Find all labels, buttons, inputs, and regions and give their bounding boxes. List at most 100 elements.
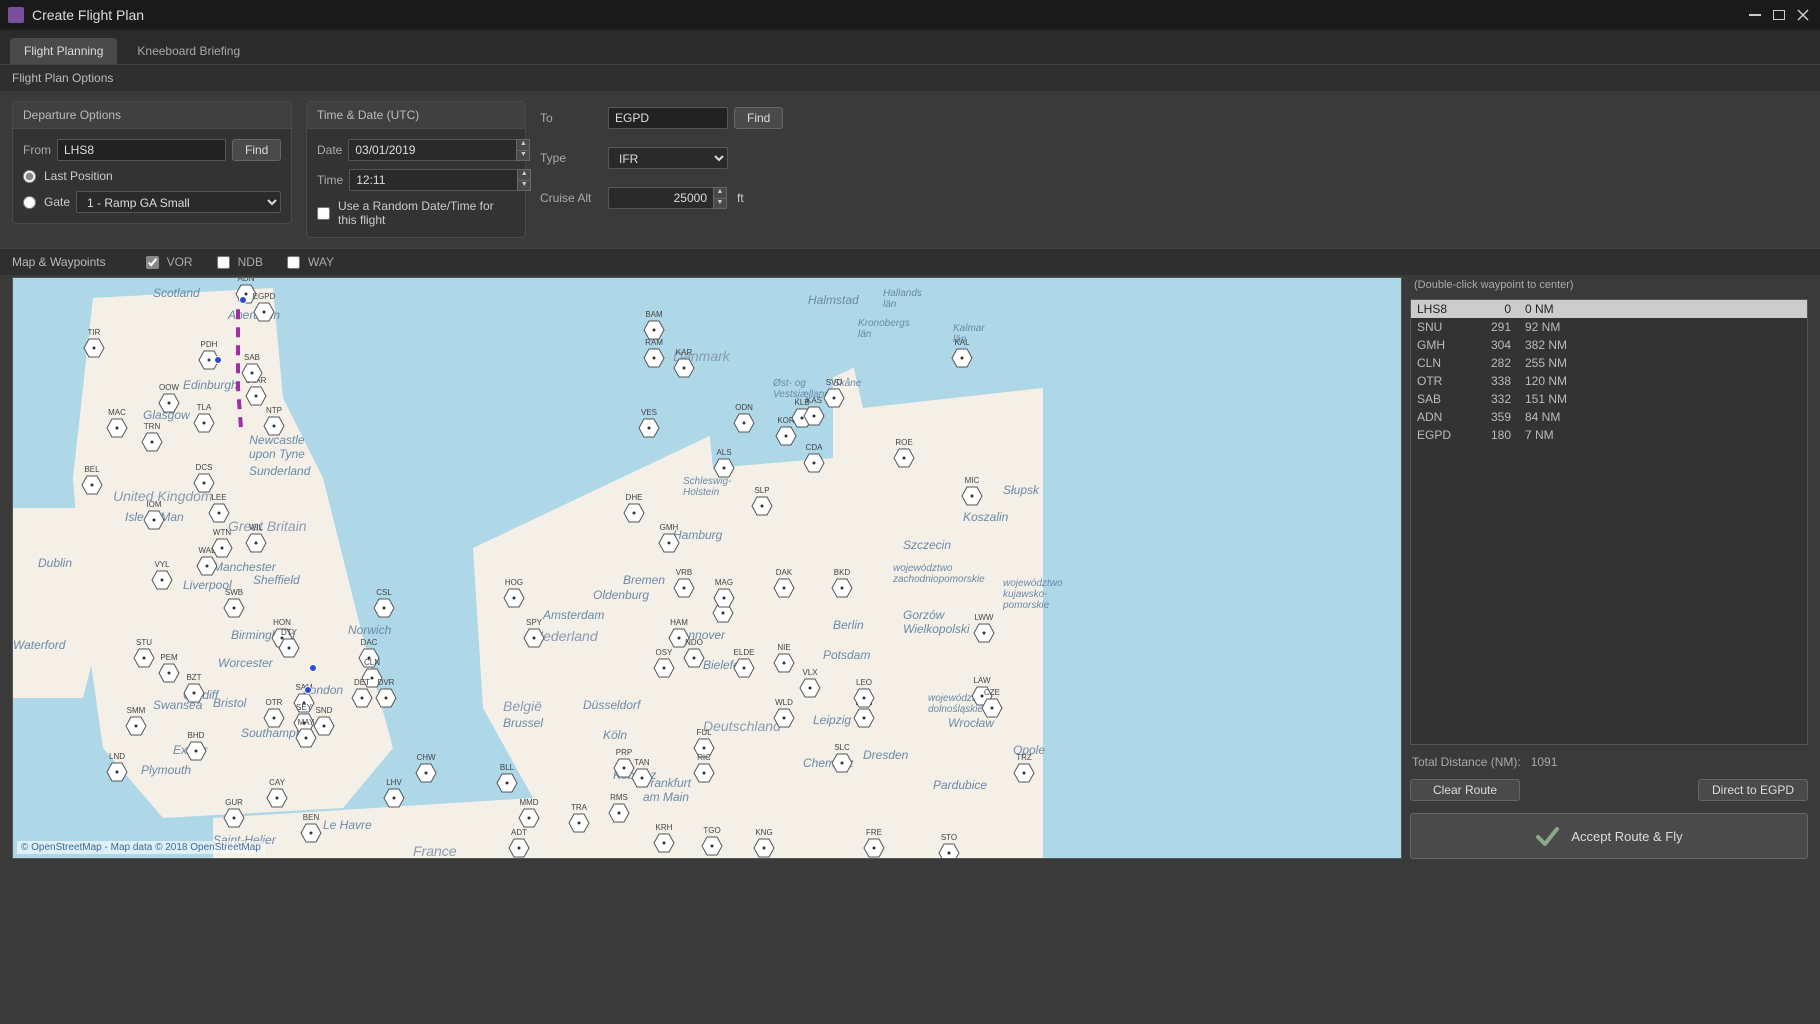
- vor-hexagon-icon[interactable]: MMD: [518, 808, 540, 828]
- accept-route-button[interactable]: Accept Route & Fly: [1410, 813, 1808, 859]
- vor-hexagon-icon[interactable]: WLD: [773, 708, 795, 728]
- vor-hexagon-icon[interactable]: KAR: [673, 358, 695, 378]
- vor-hexagon-icon[interactable]: BEL: [81, 475, 103, 495]
- vor-hexagon-icon[interactable]: DAK: [773, 578, 795, 598]
- vor-hexagon-icon[interactable]: MAC: [106, 418, 128, 438]
- vor-hexagon-icon[interactable]: VLX: [799, 678, 821, 698]
- last-position-radio[interactable]: Last Position: [23, 169, 113, 183]
- cruise-alt-input[interactable]: [608, 187, 714, 209]
- waypoint-dot[interactable]: [214, 356, 222, 364]
- vor-hexagon-icon[interactable]: OOW: [158, 393, 180, 413]
- from-find-button[interactable]: Find: [232, 139, 281, 161]
- waypoint-row[interactable]: EGPD1807 NM: [1411, 426, 1807, 444]
- vor-hexagon-icon[interactable]: ODN: [733, 413, 755, 433]
- date-down[interactable]: ▼: [516, 150, 530, 161]
- vor-hexagon-icon[interactable]: OSY: [653, 658, 675, 678]
- vor-hexagon-icon[interactable]: HOG: [503, 588, 525, 608]
- vor-hexagon-icon[interactable]: BAM: [643, 320, 665, 340]
- vor-hexagon-icon[interactable]: KRH: [653, 833, 675, 853]
- vor-hexagon-icon[interactable]: SMM: [125, 716, 147, 736]
- vor-hexagon-icon[interactable]: BKD: [831, 578, 853, 598]
- direct-to-button[interactable]: Direct to EGPD: [1698, 779, 1808, 801]
- date-up[interactable]: ▲: [516, 139, 530, 150]
- close-button[interactable]: [1794, 8, 1812, 22]
- vor-hexagon-icon[interactable]: SAB: [241, 363, 263, 383]
- vor-hexagon-icon[interactable]: SLP: [751, 496, 773, 516]
- vor-hexagon-icon[interactable]: TLA: [193, 413, 215, 433]
- vor-hexagon-icon[interactable]: MAG: [713, 588, 735, 608]
- vor-hexagon-icon[interactable]: BHD: [185, 741, 207, 761]
- random-datetime-checkbox[interactable]: Use a Random Date/Time for this flight: [317, 199, 515, 227]
- waypoint-dot[interactable]: [239, 296, 247, 304]
- waypoint-row[interactable]: ADN35984 NM: [1411, 408, 1807, 426]
- vor-hexagon-icon[interactable]: PEM: [158, 663, 180, 683]
- vor-hexagon-icon[interactable]: GMH: [658, 533, 680, 553]
- vor-hexagon-icon[interactable]: DHE: [623, 503, 645, 523]
- way-checkbox[interactable]: WAY: [287, 255, 334, 269]
- waypoint-row[interactable]: OTR338120 NM: [1411, 372, 1807, 390]
- to-input[interactable]: [608, 107, 728, 129]
- vor-hexagon-icon[interactable]: VYL: [151, 570, 173, 590]
- vor-hexagon-icon[interactable]: NIE: [773, 653, 795, 673]
- vor-hexagon-icon[interactable]: TGO: [701, 836, 723, 856]
- from-input[interactable]: [57, 139, 226, 161]
- vor-checkbox[interactable]: VOR: [146, 255, 193, 269]
- type-select[interactable]: IFR: [608, 147, 728, 169]
- vor-hexagon-icon[interactable]: KOR: [775, 426, 797, 446]
- vor-hexagon-icon[interactable]: LHV: [383, 788, 405, 808]
- waypoint-list[interactable]: LHS800 NMSNU29192 NMGMH304382 NMCLN28225…: [1410, 299, 1808, 745]
- vor-hexagon-icon[interactable]: TIR: [83, 338, 105, 358]
- maximize-button[interactable]: [1770, 8, 1788, 22]
- vor-hexagon-icon[interactable]: MIC: [961, 486, 983, 506]
- vor-hexagon-icon[interactable]: LWW: [973, 623, 995, 643]
- vor-hexagon-icon[interactable]: SLC: [831, 753, 853, 773]
- vor-hexagon-icon[interactable]: STAR: [245, 386, 267, 406]
- vor-hexagon-icon[interactable]: LEO: [853, 688, 875, 708]
- minimize-button[interactable]: [1746, 8, 1764, 22]
- tab-kneeboard-briefing[interactable]: Kneeboard Briefing: [123, 38, 254, 64]
- date-input[interactable]: [348, 139, 517, 161]
- vor-hexagon-icon[interactable]: CZE: [981, 698, 1003, 718]
- waypoint-row[interactable]: CLN282255 NM: [1411, 354, 1807, 372]
- vor-hexagon-icon[interactable]: ADT: [508, 838, 530, 858]
- vor-hexagon-icon[interactable]: CHW: [415, 763, 437, 783]
- vor-hexagon-icon[interactable]: NTP: [263, 416, 285, 436]
- vor-hexagon-icon[interactable]: IOM: [143, 510, 165, 530]
- vor-hexagon-icon[interactable]: SPY: [523, 628, 545, 648]
- vor-hexagon-icon[interactable]: WIL: [245, 533, 267, 553]
- vor-hexagon-icon[interactable]: SND: [313, 716, 335, 736]
- vor-hexagon-icon[interactable]: TRA: [568, 813, 590, 833]
- vor-hexagon-icon[interactable]: NDO: [683, 648, 705, 668]
- vor-hexagon-icon[interactable]: KAL: [951, 348, 973, 368]
- vor-hexagon-icon[interactable]: DTY: [278, 638, 300, 658]
- vor-hexagon-icon[interactable]: CSL: [373, 598, 395, 618]
- vor-hexagon-icon[interactable]: RAM: [643, 348, 665, 368]
- vor-hexagon-icon[interactable]: GUR: [223, 808, 245, 828]
- time-up[interactable]: ▲: [517, 169, 531, 180]
- to-find-button[interactable]: Find: [734, 107, 783, 129]
- vor-hexagon-icon[interactable]: BEN: [300, 823, 322, 843]
- vor-hexagon-icon[interactable]: SWB: [223, 598, 245, 618]
- map-pane[interactable]: Scotland Aberdeen Edinburgh Glasgow Unit…: [12, 277, 1402, 859]
- vor-hexagon-icon[interactable]: VRB: [673, 578, 695, 598]
- vor-hexagon-icon[interactable]: KAS: [803, 406, 825, 426]
- time-input[interactable]: [349, 169, 518, 191]
- cruise-up[interactable]: ▲: [713, 187, 727, 198]
- vor-hexagon-icon[interactable]: FRE: [863, 838, 885, 858]
- vor-hexagon-icon[interactable]: PRP: [613, 758, 635, 778]
- vor-hexagon-icon[interactable]: TRN: [141, 432, 163, 452]
- vor-hexagon-icon[interactable]: BLL: [496, 773, 518, 793]
- waypoint-dot[interactable]: [304, 686, 312, 694]
- waypoint-row[interactable]: SNU29192 NM: [1411, 318, 1807, 336]
- vor-hexagon-icon[interactable]: ALS: [713, 458, 735, 478]
- vor-hexagon-icon[interactable]: TRZ: [1013, 763, 1035, 783]
- vor-hexagon-icon[interactable]: DRN: [853, 708, 875, 728]
- clear-route-button[interactable]: Clear Route: [1410, 779, 1520, 801]
- vor-hexagon-icon[interactable]: OTR: [263, 708, 285, 728]
- vor-hexagon-icon[interactable]: ROE: [893, 448, 915, 468]
- waypoint-dot[interactable]: [309, 664, 317, 672]
- ndb-checkbox[interactable]: NDB: [217, 255, 263, 269]
- waypoint-row[interactable]: GMH304382 NM: [1411, 336, 1807, 354]
- vor-hexagon-icon[interactable]: EGPD: [253, 302, 275, 322]
- vor-hexagon-icon[interactable]: STO: [938, 843, 960, 859]
